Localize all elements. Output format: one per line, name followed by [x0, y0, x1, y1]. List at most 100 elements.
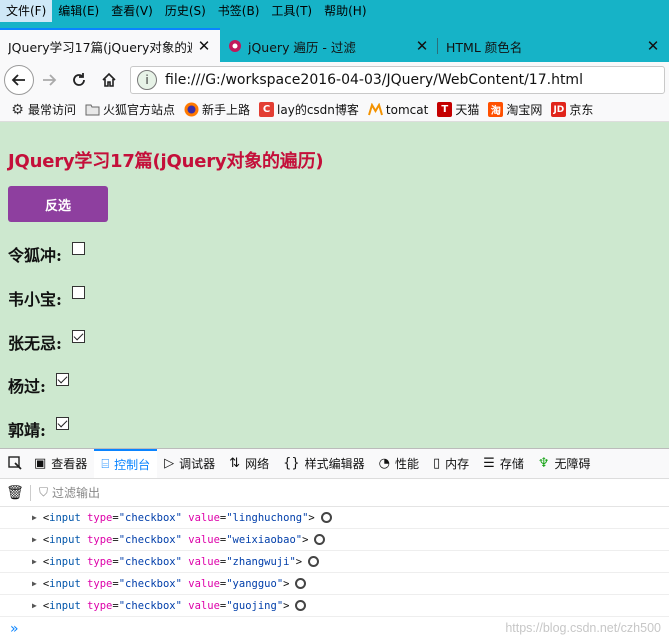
expand-triangle-icon[interactable]: ▶	[32, 513, 37, 522]
arrow-left-icon	[11, 74, 25, 86]
bookmark-label: lay的csdn博客	[277, 103, 359, 117]
console-filter-bar: 🗑 ⛉ 过滤输出	[0, 479, 669, 507]
tab-html-colors[interactable]: HTML 颜色名 ✕	[438, 30, 669, 62]
attr-value: checkbox	[125, 555, 176, 568]
bookmark-taobao[interactable]: 淘 淘宝网	[488, 101, 542, 118]
bookmark-firefox-site[interactable]: 火狐官方站点	[85, 101, 175, 118]
tab-console[interactable]: ⌸ 控制台	[94, 449, 158, 478]
attr-name: value	[188, 599, 220, 612]
tab-performance[interactable]: ◔ 性能	[372, 449, 426, 478]
filter-output-input[interactable]: ⛉ 过滤输出	[39, 484, 100, 501]
tab-jquery-17[interactable]: JQuery学习17篇(jQuery对象的遍 ✕	[0, 28, 220, 62]
attr-name: type	[87, 555, 113, 568]
tab-label: 无障碍	[554, 457, 591, 471]
invert-selection-button[interactable]: 反选	[8, 186, 108, 222]
back-button[interactable]	[4, 65, 34, 95]
checkbox-zhangwuji[interactable]	[71, 329, 85, 343]
tmall-icon: T	[437, 102, 453, 117]
braces-icon: {}	[283, 456, 300, 471]
tab-inspector[interactable]: ▣ 查看器	[27, 449, 94, 478]
person-row-zhangwuji: 张无忌:	[8, 329, 85, 354]
taobao-icon: 淘	[488, 102, 504, 117]
checkbox-linghuchong[interactable]	[71, 241, 85, 255]
forward-button[interactable]	[34, 65, 64, 95]
page-title: JQuery学习17篇(jQuery对象的遍历)	[8, 151, 324, 172]
menu-tools[interactable]: 工具(T)	[265, 0, 318, 22]
info-icon[interactable]: i	[137, 70, 157, 90]
console-log-row[interactable]: ▶ <input type="checkbox" value="guojing"…	[0, 595, 669, 617]
checkbox-guojing[interactable]	[55, 416, 69, 430]
inspector-icon: ▣	[34, 456, 47, 471]
bookmark-jd[interactable]: JD 京东	[551, 101, 593, 118]
menu-file[interactable]: 文件(F)	[0, 0, 53, 22]
bookmark-getting-started[interactable]: 新手上路	[184, 101, 250, 118]
tab-jquery-traversal[interactable]: jQuery 遍历 - 过滤 ✕	[220, 30, 438, 62]
console-log-row[interactable]: ▶ <input type="checkbox" value="weixiaob…	[0, 529, 669, 551]
tab-network[interactable]: ⇅ 网络	[222, 449, 276, 478]
person-name: 韦小宝:	[8, 290, 62, 309]
tomcat-icon	[367, 102, 383, 117]
expand-triangle-icon[interactable]: ▶	[32, 535, 37, 544]
attr-value: checkbox	[125, 511, 176, 524]
bookmark-tomcat[interactable]: tomcat	[367, 102, 428, 117]
person-row-yangguo: 杨过:	[8, 372, 69, 397]
console-log-row[interactable]: ▶ <input type="checkbox" value="linghuch…	[0, 507, 669, 529]
console-log-row[interactable]: ▶ <input type="checkbox" value="yangguo"…	[0, 573, 669, 595]
checkbox-yangguo[interactable]	[55, 372, 69, 386]
menu-bar: 文件(F) 编辑(E) 查看(V) 历史(S) 书签(B) 工具(T) 帮助(H…	[0, 0, 669, 22]
tab-label: 查看器	[51, 457, 88, 471]
storage-icon: ☰	[483, 456, 495, 471]
menu-edit[interactable]: 编辑(E)	[52, 0, 105, 22]
console-log-row[interactable]: ▶ <input type="checkbox" value="zhangwuj…	[0, 551, 669, 573]
tab-label: HTML 颜色名	[446, 39, 523, 55]
tab-storage[interactable]: ☰ 存储	[476, 449, 531, 478]
console-icon: ⌸	[101, 457, 110, 472]
tab-style-editor[interactable]: {} 样式编辑器	[276, 449, 372, 478]
console-prompt[interactable]: »	[10, 621, 19, 637]
menu-history[interactable]: 历史(S)	[159, 0, 212, 22]
attr-value: yangguo	[232, 577, 277, 590]
checkbox-weixiaobao[interactable]	[71, 285, 85, 299]
menu-help[interactable]: 帮助(H)	[318, 0, 372, 22]
expand-triangle-icon[interactable]: ▶	[32, 601, 37, 610]
trash-icon[interactable]: 🗑	[0, 485, 30, 501]
menu-view[interactable]: 查看(V)	[105, 0, 159, 22]
close-icon[interactable]: ✕	[414, 37, 430, 55]
tab-debugger[interactable]: ▷ 调试器	[157, 449, 222, 478]
bookmark-label: 最常访问	[28, 103, 77, 117]
bookmarks-toolbar: ⚙ 最常访问 火狐官方站点 新手上路 C lay的csdn博客 tomcat T…	[0, 98, 669, 122]
tab-label: 网络	[245, 457, 270, 471]
home-icon	[102, 72, 116, 87]
crosshair-icon[interactable]	[295, 578, 307, 589]
crosshair-icon[interactable]	[308, 556, 320, 567]
person-name: 令狐冲:	[8, 246, 62, 265]
bookmark-tmall[interactable]: T 天猫	[437, 101, 479, 118]
close-icon[interactable]: ✕	[645, 37, 661, 55]
element-picker-button[interactable]	[0, 449, 27, 478]
picker-icon	[8, 456, 22, 470]
expand-triangle-icon[interactable]: ▶	[32, 579, 37, 588]
expand-triangle-icon[interactable]: ▶	[32, 557, 37, 566]
attr-value: zhangwuji	[232, 555, 290, 568]
bookmark-csdn[interactable]: C lay的csdn博客	[259, 101, 359, 118]
home-button[interactable]	[94, 65, 124, 95]
menu-bookmarks[interactable]: 书签(B)	[212, 0, 266, 22]
close-icon[interactable]: ✕	[196, 37, 212, 55]
url-bar[interactable]: i file:///G:/workspace2016-04-03/JQuery/…	[130, 66, 665, 94]
tab-strip: JQuery学习17篇(jQuery对象的遍 ✕ jQuery 遍历 - 过滤 …	[0, 22, 669, 62]
bookmark-most-visited[interactable]: ⚙ 最常访问	[10, 101, 76, 118]
tag-name: input	[49, 599, 81, 612]
crosshair-icon[interactable]	[314, 534, 326, 545]
tab-accessibility[interactable]: ♆ 无障碍	[531, 449, 598, 478]
crosshair-icon[interactable]	[320, 512, 332, 523]
url-text[interactable]: file:///G:/workspace2016-04-03/JQuery/We…	[165, 72, 583, 88]
tag-name: input	[49, 533, 81, 546]
attr-name: value	[188, 533, 220, 546]
tab-label: 内存	[445, 457, 470, 471]
tab-label: 控制台	[114, 458, 151, 472]
watermark: https://blog.csdn.net/czh500	[505, 621, 661, 635]
bookmark-label: 淘宝网	[506, 103, 543, 117]
tab-memory[interactable]: ▯ 内存	[426, 449, 476, 478]
crosshair-icon[interactable]	[295, 600, 307, 611]
reload-button[interactable]	[64, 65, 94, 95]
